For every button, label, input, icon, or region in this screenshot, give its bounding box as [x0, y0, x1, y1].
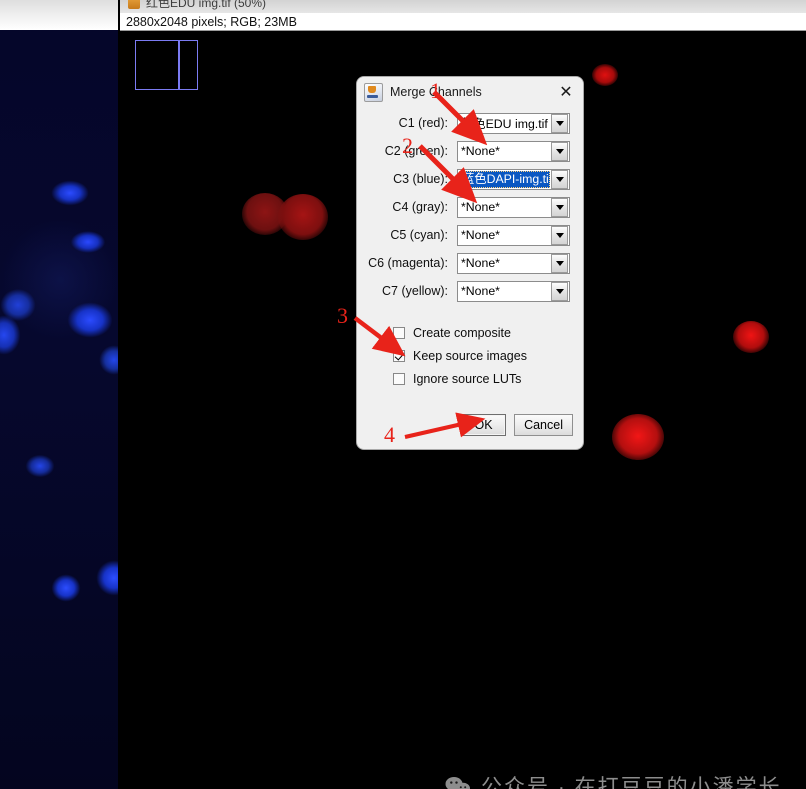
- annotation-number-2: 2: [402, 133, 413, 158]
- c5-cyan-label: C5 (cyan):: [390, 228, 448, 242]
- c6-magenta-label: C6 (magenta):: [368, 256, 448, 270]
- cell-nucleus-red: [278, 194, 328, 240]
- c4-gray-combo[interactable]: *None*: [457, 196, 570, 218]
- c7-yellow-label: C7 (yellow):: [382, 284, 448, 298]
- chevron-down-icon[interactable]: [551, 225, 568, 245]
- wechat-icon: [445, 776, 471, 789]
- c1-red-label: C1 (red):: [398, 116, 448, 130]
- c6-magenta-combo[interactable]: *None*: [457, 252, 570, 274]
- ignore-source-luts-label: Ignore source LUTs: [413, 371, 522, 386]
- merge-channels-dialog: Merge Channels ✕ C1 (red): 红色EDU img.tif…: [356, 76, 584, 450]
- cancel-button[interactable]: Cancel: [514, 414, 573, 436]
- ok-button[interactable]: OK: [461, 414, 507, 436]
- c1-red-value: 红色EDU img.tif: [461, 117, 548, 131]
- keep-source-images-row[interactable]: Keep source images: [393, 344, 573, 367]
- c2-green-value: *None*: [461, 144, 500, 158]
- create-composite-checkbox[interactable]: [393, 326, 405, 339]
- c6-magenta-value: *None*: [461, 256, 500, 270]
- chevron-down-icon[interactable]: [551, 141, 568, 161]
- chevron-down-icon[interactable]: [551, 281, 568, 301]
- create-composite-row[interactable]: Create composite: [393, 321, 573, 344]
- annotation-number-1: 1: [430, 78, 441, 103]
- c5-cyan-combo[interactable]: *None*: [457, 224, 570, 246]
- annotation-number-3: 3: [337, 303, 348, 328]
- keep-source-images-label: Keep source images: [413, 348, 527, 363]
- ignore-source-luts-checkbox[interactable]: [393, 372, 405, 385]
- dapi-image-background: [0, 30, 118, 789]
- java-icon: [128, 0, 140, 9]
- watermark: 公众号 · 在打豆豆的小潘学长: [445, 771, 782, 789]
- c7-yellow-value: *None*: [461, 284, 500, 298]
- chevron-down-icon[interactable]: [551, 197, 568, 217]
- channel-row-c2: C2 (green): *None*: [365, 137, 573, 165]
- chevron-down-icon[interactable]: [551, 169, 568, 189]
- annotation-number-4: 4: [384, 422, 395, 447]
- c4-gray-label: C4 (gray):: [392, 200, 448, 214]
- image-window-title: 红色EDU img.tif (50%): [146, 0, 267, 10]
- c7-yellow-combo[interactable]: *None*: [457, 280, 570, 302]
- c4-gray-value: *None*: [461, 200, 500, 214]
- desktop-strip: [0, 0, 118, 30]
- channel-row-c3: C3 (blue): 蓝色DAPI-img.tif: [365, 165, 573, 193]
- watermark-text: 公众号 · 在打豆豆的小潘学长: [481, 776, 782, 789]
- channel-row-c4: C4 (gray): *None*: [365, 193, 573, 221]
- channel-row-c7: C7 (yellow): *None*: [365, 277, 573, 305]
- roi-selection-rect[interactable]: [135, 40, 198, 90]
- dialog-body: C1 (red): 红色EDU img.tif C2 (green): *Non…: [357, 107, 583, 436]
- channel-row-c6: C6 (magenta): *None*: [365, 249, 573, 277]
- chevron-down-icon[interactable]: [551, 113, 568, 133]
- cell-nucleus-red: [592, 64, 618, 86]
- channel-row-c5: C5 (cyan): *None*: [365, 221, 573, 249]
- cell-nucleus-red: [733, 321, 769, 353]
- c1-red-combo[interactable]: 红色EDU img.tif: [457, 112, 570, 134]
- dialog-options: Create composite Keep source images Igno…: [393, 321, 573, 390]
- dialog-titlebar[interactable]: Merge Channels ✕: [357, 77, 583, 107]
- ignore-source-luts-row[interactable]: Ignore source LUTs: [393, 367, 573, 390]
- close-icon[interactable]: ✕: [553, 79, 579, 103]
- image-status-bar: 2880x2048 pixels; RGB; 23MB: [120, 13, 806, 31]
- c3-blue-value: 蓝色DAPI-img.tif: [459, 170, 550, 188]
- chevron-down-icon[interactable]: [551, 253, 568, 273]
- channel-row-c1: C1 (red): 红色EDU img.tif: [365, 109, 573, 137]
- cell-nucleus-red: [612, 414, 664, 460]
- java-icon: [364, 82, 383, 102]
- roi-divider: [178, 40, 180, 90]
- image-window-titlebar[interactable]: 红色EDU img.tif (50%): [120, 0, 806, 13]
- c5-cyan-value: *None*: [461, 228, 500, 242]
- create-composite-label: Create composite: [413, 325, 511, 340]
- keep-source-images-checkbox[interactable]: [393, 349, 405, 362]
- c3-blue-label: C3 (blue):: [393, 172, 448, 186]
- c3-blue-combo[interactable]: 蓝色DAPI-img.tif: [457, 168, 570, 190]
- c2-green-combo[interactable]: *None*: [457, 140, 570, 162]
- screen: 红色EDU img.tif (50%) 2880x2048 pixels; RG…: [0, 0, 806, 789]
- dialog-buttons: OK Cancel: [461, 414, 573, 436]
